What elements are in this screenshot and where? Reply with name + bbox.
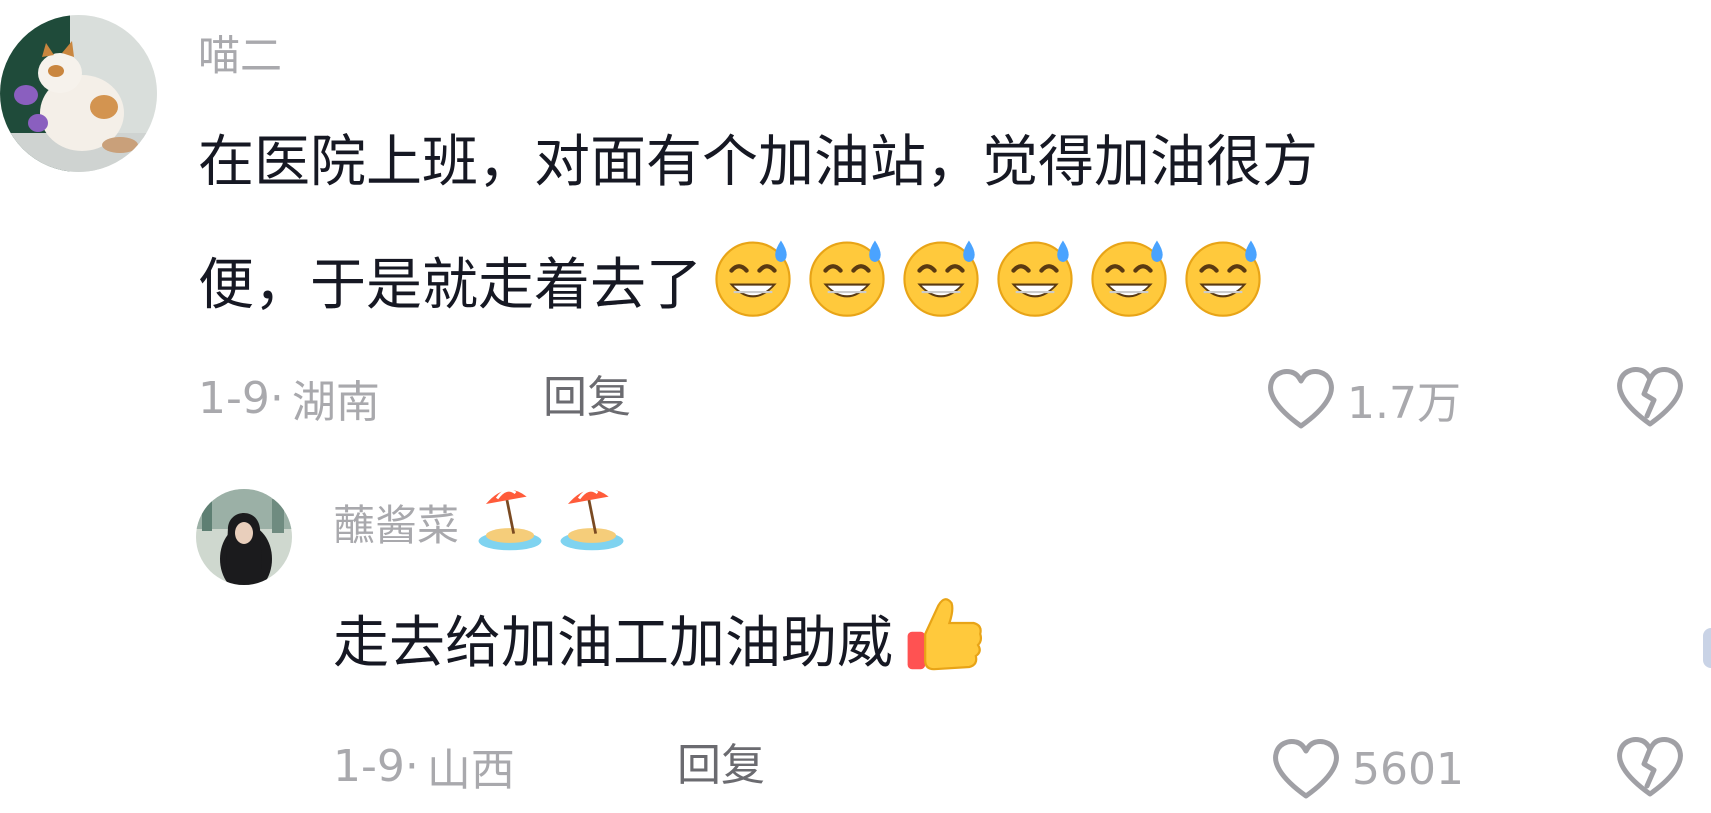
like-count: 1.7万 — [1347, 378, 1461, 429]
username-emoji-row — [465, 480, 629, 564]
grinning-sweat-icon — [1086, 234, 1172, 337]
username-text: 喵二 — [198, 30, 283, 80]
username[interactable]: 蘸酱菜 — [333, 488, 629, 552]
comment-text-line: 在医院上班，对面有个加油站，觉得加油很方 — [198, 130, 1318, 195]
reply-button[interactable]: 回复 — [677, 736, 765, 796]
like-button[interactable]: 1.7万 — [1265, 364, 1461, 434]
username[interactable]: 喵二 — [198, 22, 282, 82]
comment-date: 1-9· — [198, 372, 284, 424]
beach-with-umbrella-icon — [473, 480, 547, 564]
like-count: 5601 — [1352, 743, 1464, 795]
comment-location: 湖南 — [291, 377, 380, 428]
broken-heart-icon — [1617, 367, 1683, 427]
grinning-sweat-icon — [1180, 234, 1266, 337]
comment-text: 走去给加油工加油助威 — [333, 590, 989, 698]
comment-meta: 1-9· 山西 — [333, 736, 515, 797]
avatar[interactable] — [0, 15, 157, 172]
girl-avatar-image — [196, 489, 292, 585]
beach-with-umbrella-icon — [555, 480, 629, 564]
broken-heart-icon — [1617, 737, 1683, 797]
comment-location: 山西 — [426, 745, 515, 796]
scroll-indicator — [1703, 628, 1711, 668]
like-button[interactable]: 5601 — [1270, 734, 1464, 804]
reply-comment-item: 蘸酱菜 走去给加油工加油助威 1-9· 山西 回复 5601 — [0, 470, 1711, 813]
comment-text-line: 走去给加油工加油助威 — [333, 611, 893, 676]
thumbs-up-icon — [901, 590, 989, 698]
emoji-row — [702, 234, 1266, 337]
grinning-sweat-icon — [710, 234, 796, 337]
comment-text: 便，于是就走着去了 — [198, 234, 1266, 337]
comment-text-line: 便，于是就走着去了 — [198, 252, 702, 318]
grinning-sweat-icon — [992, 234, 1078, 337]
dislike-button[interactable] — [1614, 364, 1686, 434]
reply-button[interactable]: 回复 — [543, 368, 631, 428]
avatar[interactable] — [196, 489, 292, 585]
comment-text: 在医院上班，对面有个加油站，觉得加油很方 — [198, 128, 1318, 198]
heart-icon — [1273, 739, 1339, 799]
heart-icon — [1268, 369, 1334, 429]
username-text: 蘸酱菜 — [333, 500, 460, 550]
comment-item: 喵二 在医院上班，对面有个加油站，觉得加油很方 便，于是就走着去了 1-9· 湖… — [0, 0, 1711, 430]
emoji-row — [893, 590, 989, 698]
cat-avatar-image — [0, 15, 157, 172]
grinning-sweat-icon — [804, 234, 890, 337]
comment-meta: 1-9· 湖南 — [198, 368, 380, 429]
dislike-button[interactable] — [1614, 734, 1686, 804]
grinning-sweat-icon — [898, 234, 984, 337]
comment-date: 1-9· — [333, 740, 419, 792]
